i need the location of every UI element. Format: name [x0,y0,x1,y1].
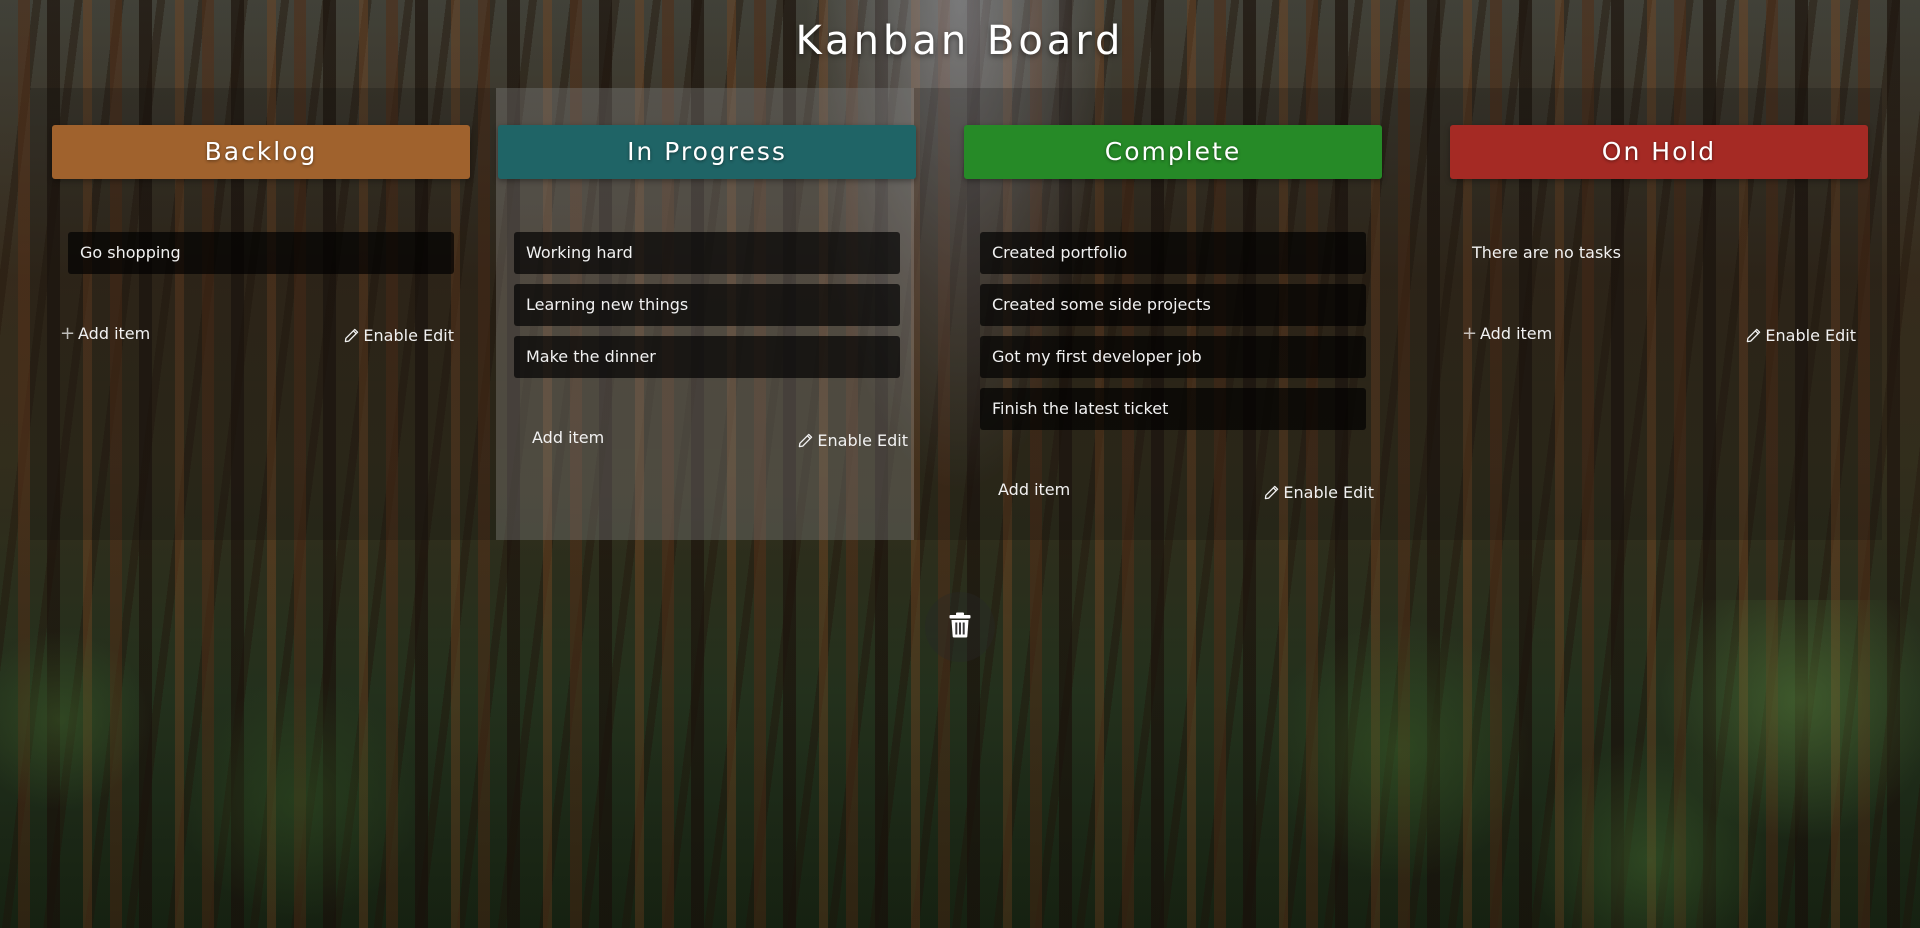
enable-edit-button[interactable]: Enable Edit [344,326,454,345]
column-footer-complete: + Add item Enable Edit [980,480,1380,504]
empty-message: There are no tasks [1472,243,1621,262]
plus-icon: + [60,322,76,344]
list-item[interactable]: Created portfolio [980,232,1366,274]
pencil-icon [1746,328,1761,343]
column-footer-in-progress: + Add item Enable Edit [514,428,914,452]
column-footer-backlog: + Add item Enable Edit [60,324,460,348]
pencil-icon [344,328,359,343]
item-list-on-hold[interactable]: There are no tasks [1460,232,1846,274]
column-footer-on-hold: + Add item Enable Edit [1462,324,1862,348]
column-on-hold: On Hold There are no tasks + Add item En… [1432,88,1868,540]
enable-edit-button[interactable]: Enable Edit [798,431,908,450]
pencil-icon [798,433,813,448]
item-list-complete[interactable]: Created portfolio Created some side proj… [980,232,1366,440]
pencil-icon [1264,485,1279,500]
enable-edit-label: Enable Edit [363,326,454,345]
list-item[interactable]: Make the dinner [514,336,900,378]
enable-edit-button[interactable]: Enable Edit [1746,326,1856,345]
list-item[interactable]: Got my first developer job [980,336,1366,378]
plus-icon: + [1462,322,1478,344]
column-header-backlog: Backlog [52,125,470,179]
add-item-label: Add item [1480,324,1553,343]
add-item-button[interactable]: + Add item [980,480,1070,499]
add-item-button[interactable]: + Add item [514,428,604,447]
column-in-progress: In Progress Working hard Learning new th… [496,88,916,540]
column-header-in-progress: In Progress [498,125,916,179]
kanban-board: Backlog Go shopping + Add item Enable Ed… [30,88,1882,540]
add-item-button[interactable]: + Add item [60,324,150,343]
add-item-button[interactable]: + Add item [1462,324,1552,343]
add-item-label: Add item [532,428,605,447]
enable-edit-label: Enable Edit [817,431,908,450]
column-header-complete: Complete [964,125,1382,179]
enable-edit-label: Enable Edit [1765,326,1856,345]
list-item[interactable]: Go shopping [68,232,454,274]
add-item-label: Add item [998,480,1071,499]
list-item[interactable]: Created some side projects [980,284,1366,326]
page-title: Kanban Board [795,18,1125,64]
list-item[interactable]: Working hard [514,232,900,274]
delete-drop-zone[interactable] [925,592,995,662]
item-list-backlog[interactable]: Go shopping [68,232,454,284]
enable-edit-label: Enable Edit [1283,483,1374,502]
list-item[interactable]: Learning new things [514,284,900,326]
trash-icon [949,612,971,642]
column-backlog: Backlog Go shopping + Add item Enable Ed… [30,88,470,540]
list-item[interactable]: Finish the latest ticket [980,388,1366,430]
add-item-label: Add item [78,324,151,343]
item-list-in-progress[interactable]: Working hard Learning new things Make th… [514,232,900,388]
column-header-on-hold: On Hold [1450,125,1868,179]
column-complete: Complete Created portfolio Created some … [964,88,1384,540]
enable-edit-button[interactable]: Enable Edit [1264,483,1374,502]
